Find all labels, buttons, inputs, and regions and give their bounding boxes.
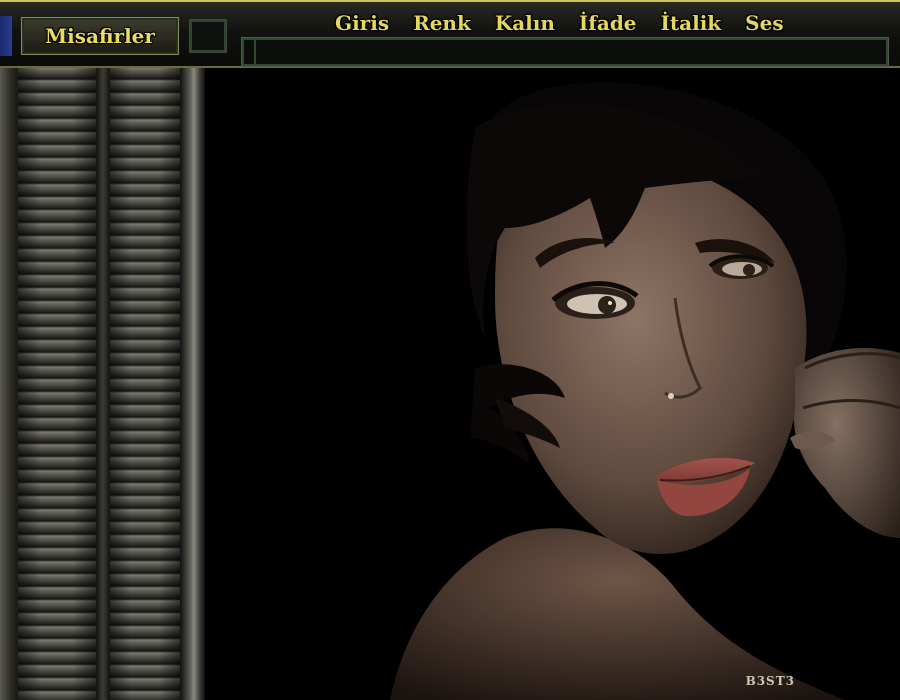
top-bar: Misafirler Giris Renk Kalın İfade İtalik…: [0, 0, 900, 68]
panel-frame-left: [0, 68, 18, 700]
panel-scrollbar[interactable]: [180, 68, 205, 700]
panel-frame-middle: [96, 68, 110, 700]
portrait-illustration: [390, 82, 900, 700]
tool-bold[interactable]: Kalın: [495, 11, 555, 35]
shutter-column-right: [110, 68, 180, 700]
watermark-signature: B3ST3: [745, 674, 795, 688]
guest-list-panel[interactable]: [0, 68, 205, 700]
tool-color[interactable]: Renk: [413, 11, 471, 35]
shutter-column-left: [18, 68, 96, 700]
message-input-cap: [244, 40, 256, 64]
tool-login[interactable]: Giris: [335, 11, 389, 35]
chat-background: B3ST3: [205, 68, 900, 700]
tool-italic[interactable]: İtalik: [661, 11, 722, 35]
left-accent-strip: [0, 16, 12, 56]
tool-emoticon[interactable]: İfade: [579, 11, 637, 35]
guests-label: Misafirler: [45, 24, 155, 48]
message-input[interactable]: [241, 37, 889, 67]
tool-sound[interactable]: Ses: [745, 11, 783, 35]
format-toolbar: Giris Renk Kalın İfade İtalik Ses: [335, 8, 784, 38]
color-preview-box[interactable]: [189, 19, 227, 53]
guests-button[interactable]: Misafirler: [21, 17, 179, 55]
